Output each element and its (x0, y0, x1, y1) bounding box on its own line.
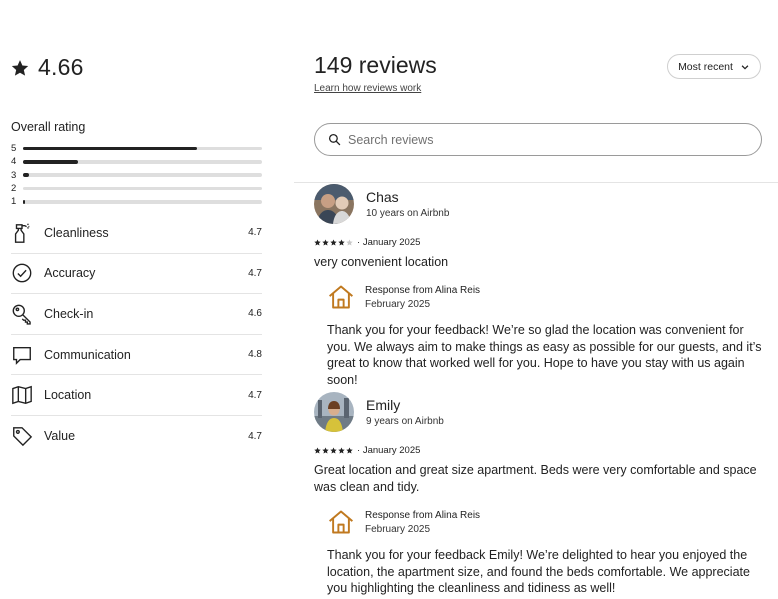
category-value: 4.7 (248, 389, 262, 401)
rating-distribution: 5 4 3 2 1 (11, 142, 262, 208)
reviewer-name: Emily (366, 397, 401, 413)
review-item: Emily 9 years on Airbnb · January 2025 G… (314, 392, 769, 597)
rating-bar-label: 5 (11, 143, 17, 155)
category-value: 4.7 (248, 227, 262, 239)
review-meta: · January 2025 (314, 237, 769, 248)
host-response-header: Response from Alina Reis February 2025 (327, 283, 769, 311)
review-text: Great location and great size apartment.… (314, 463, 757, 494)
spray-bottle-icon (14, 223, 30, 243)
search-reviews-box[interactable] (314, 123, 762, 156)
host-response-text: Thank you for your feedback Emily! We’re… (327, 548, 750, 595)
sort-dropdown[interactable]: Most recent (667, 54, 761, 79)
rating-bar-track (23, 173, 262, 177)
rating-bar-fill (23, 200, 26, 204)
category-label: Location (44, 388, 92, 403)
category-value: Value 4.7 (11, 416, 262, 457)
overall-score-value: 4.66 (38, 54, 84, 80)
reviewer-header: Chas 10 years on Airbnb (314, 184, 769, 224)
divider (294, 182, 778, 183)
category-check-in: Check-in 4.6 (11, 294, 262, 335)
review-text: very convenient location (314, 255, 449, 269)
review-meta: · January 2025 (314, 445, 769, 456)
reviewer-name: Chas (366, 189, 399, 205)
star-icon (338, 239, 345, 246)
reviewer-tenure: 10 years on Airbnb (366, 208, 450, 219)
chevron-down-icon (741, 64, 749, 70)
search-input[interactable] (348, 132, 728, 147)
map-icon (12, 385, 32, 405)
overall-score: 4.66 (11, 54, 84, 81)
check-circle-icon (12, 263, 32, 283)
chat-bubble-icon (13, 346, 31, 365)
rating-bar-fill (23, 146, 198, 151)
host-response: Response from Alina Reis February 2025 T… (327, 283, 769, 388)
rating-bar-track (23, 200, 262, 204)
key-icon (12, 304, 31, 325)
rating-bar-label: 1 (11, 196, 17, 208)
star-icon (322, 239, 329, 246)
rating-bar-track (23, 186, 262, 191)
star-icon (330, 447, 337, 454)
star-icon (322, 447, 329, 454)
category-label: Accuracy (44, 266, 96, 281)
rating-bar-track (23, 160, 262, 164)
learn-reviews-link[interactable]: Learn how reviews work (314, 83, 421, 94)
tag-icon (13, 427, 33, 447)
category-accuracy: Accuracy 4.7 (11, 254, 262, 295)
reviewer-header: Emily 9 years on Airbnb (314, 392, 769, 432)
house-icon (329, 510, 353, 534)
rating-bar-row: 3 (11, 169, 262, 182)
rating-bar-row: 2 (11, 182, 262, 195)
category-location: Location 4.7 (11, 375, 262, 416)
category-label: Check-in (44, 306, 94, 321)
rating-bar-label: 3 (11, 169, 17, 181)
rating-bar-fill (23, 160, 78, 164)
host-response-header: Response from Alina Reis February 2025 (327, 508, 769, 536)
host-response-date: February 2025 (365, 523, 431, 535)
rating-bar-label: 4 (11, 156, 17, 168)
host-response-text: Thank you for your feedback! We’re so gl… (327, 323, 762, 387)
rating-bar-row: 4 (11, 155, 262, 168)
avatar[interactable] (314, 392, 354, 432)
category-value: 4.7 (248, 430, 262, 442)
rating-bar-row: 5 (11, 142, 262, 155)
star-icon (314, 447, 321, 454)
category-communication: Communication 4.8 (11, 335, 262, 376)
sort-label: Most recent (678, 60, 733, 73)
category-value: 4.6 (248, 308, 262, 320)
star-icon (346, 447, 353, 454)
review-date: January 2025 (362, 237, 421, 248)
star-rating (314, 447, 353, 454)
host-response-author: Response from Alina Reis (365, 509, 481, 521)
star-icon (11, 59, 29, 76)
avatar[interactable] (314, 184, 354, 224)
reviewer-tenure: 9 years on Airbnb (366, 416, 444, 427)
review-date: January 2025 (362, 445, 421, 456)
star-rating (314, 239, 353, 246)
star-icon (346, 239, 353, 246)
host-response: Response from Alina Reis February 2025 T… (327, 508, 769, 597)
category-ratings: Cleanliness 4.7 Accuracy 4.7 Check-in 4.… (11, 213, 262, 457)
rating-bar-track (23, 146, 262, 151)
category-label: Value (44, 429, 76, 444)
star-icon (338, 447, 345, 454)
category-label: Cleanliness (44, 225, 109, 240)
review-item: Chas 10 years on Airbnb · January 2025 v… (314, 184, 769, 388)
house-icon (329, 285, 353, 309)
rating-bar-label: 2 (11, 183, 17, 195)
overall-rating-label: Overall rating (11, 120, 86, 134)
rating-bar-row: 1 (11, 195, 262, 208)
rating-bar-fill (23, 173, 29, 177)
search-icon (328, 133, 341, 146)
reviews-count-title: 149 reviews (314, 52, 437, 78)
star-icon (330, 239, 337, 246)
category-value: 4.7 (248, 267, 262, 279)
star-icon (314, 239, 321, 246)
category-cleanliness: Cleanliness 4.7 (11, 213, 262, 254)
category-value: 4.8 (248, 349, 262, 361)
host-response-date: February 2025 (365, 298, 431, 310)
category-label: Communication (44, 347, 131, 362)
host-response-author: Response from Alina Reis (365, 284, 481, 296)
